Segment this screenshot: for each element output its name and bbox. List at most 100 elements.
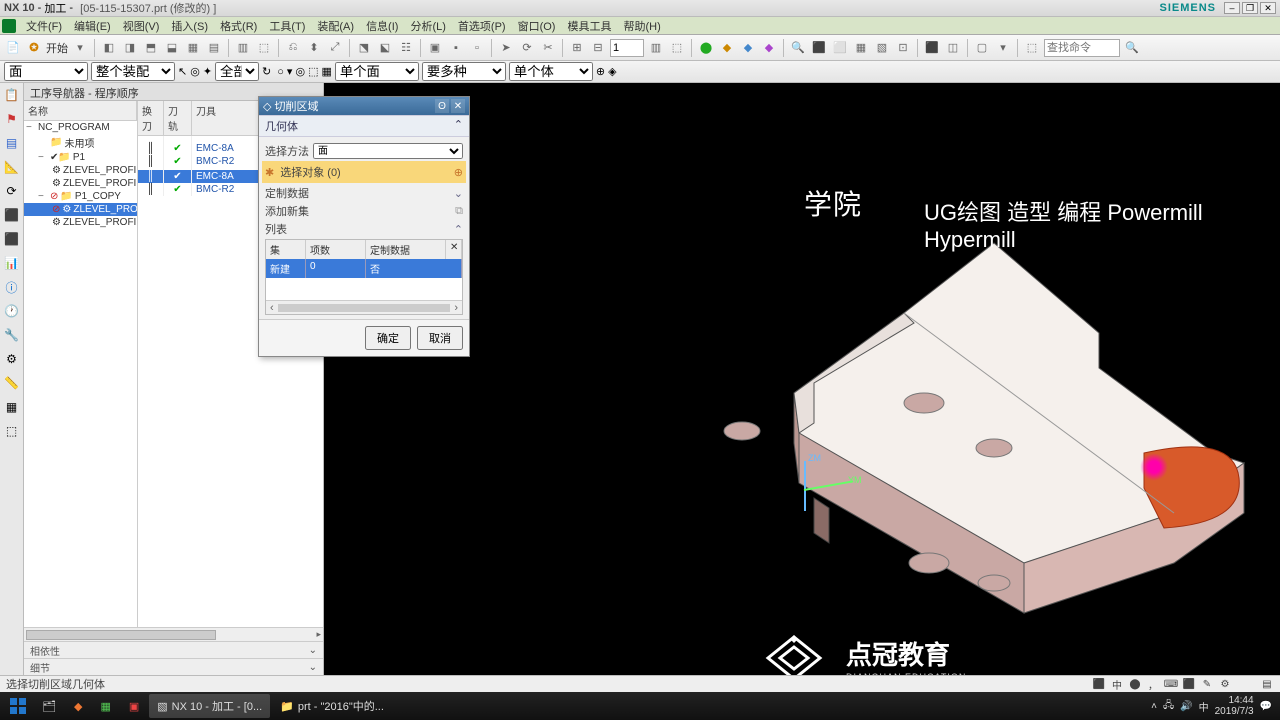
tray-ime-icon[interactable]: 中 <box>1199 699 1209 714</box>
status-icon-6[interactable]: ⬛ <box>1182 677 1196 691</box>
tb-icon-16[interactable]: ▪ <box>447 39 465 57</box>
tree-root[interactable]: −NC_PROGRAM <box>24 121 137 134</box>
tb-icon-23[interactable]: ▥ <box>647 39 665 57</box>
combo-1[interactable] <box>610 39 644 57</box>
dlg-hscroll[interactable]: ‹› <box>266 300 462 314</box>
filter-type[interactable]: 要多种 <box>422 62 506 81</box>
tb-icon-35[interactable]: ⬛ <box>923 39 941 57</box>
tb-icon-14[interactable]: ☷ <box>397 39 415 57</box>
tb-icon-17[interactable]: ▫ <box>468 39 486 57</box>
tb-icon-34[interactable]: ⊡ <box>894 39 912 57</box>
sel-icon-11[interactable]: ◈ <box>608 65 616 78</box>
tb-icon-6[interactable]: ▤ <box>205 39 223 57</box>
tb-icon-39[interactable]: ⬚ <box>1023 39 1041 57</box>
select-obj-label[interactable]: 选择对象 (0) <box>280 164 450 180</box>
nav-sec-detail[interactable]: 细节⌄ <box>24 658 323 675</box>
dlg-sec-geom[interactable]: 几何体⌃ <box>259 115 469 137</box>
filter-all[interactable]: 全部 <box>215 62 259 81</box>
command-search[interactable] <box>1044 39 1120 57</box>
rail-nav-icon[interactable]: 📋 <box>4 87 20 103</box>
minimize-button[interactable]: – <box>1224 2 1240 14</box>
menu-info[interactable]: 信息(I) <box>360 18 404 34</box>
rail-icon-15[interactable]: ⬚ <box>4 423 20 439</box>
tray-up-icon[interactable]: ˄ <box>1151 701 1157 712</box>
tray-notif-icon[interactable]: 💬 <box>1260 701 1272 712</box>
tb-icon-18[interactable]: ➤ <box>497 39 515 57</box>
tb-icon-4[interactable]: ⬓ <box>163 39 181 57</box>
method-select[interactable]: 面 <box>313 143 463 159</box>
tb-icon-7[interactable]: ▥ <box>234 39 252 57</box>
status-icon-7[interactable]: ✎ <box>1200 677 1214 691</box>
status-icon-5[interactable]: ⌨ <box>1164 677 1178 691</box>
tb-icon-12[interactable]: ⬔ <box>355 39 373 57</box>
pin-icon[interactable] <box>2 19 16 33</box>
add-new-icon[interactable]: ⧉ <box>455 205 463 218</box>
pick-icon[interactable]: ⊕ <box>454 166 463 179</box>
tb-icon-25[interactable]: ⬤ <box>697 39 715 57</box>
tb-icon-9[interactable]: ⎌ <box>284 39 302 57</box>
status-icon-3[interactable]: ⬤ <box>1128 677 1142 691</box>
tb-icon-5[interactable]: ▦ <box>184 39 202 57</box>
new-icon[interactable]: 📄 <box>4 39 22 57</box>
status-icon-2[interactable]: 中 <box>1110 677 1124 691</box>
tb-icon-32[interactable]: ▦ <box>852 39 870 57</box>
sel-icon-3[interactable]: ✦ <box>203 65 212 78</box>
sel-icon-6[interactable]: ▾ <box>287 65 293 78</box>
filter-body[interactable]: 单个体 <box>509 62 593 81</box>
task-item-nx[interactable]: ▧ NX 10 - 加工 - [0... <box>149 694 270 718</box>
sel-icon-2[interactable]: ◎ <box>190 65 200 78</box>
rail-icon-13[interactable]: 📏 <box>4 375 20 391</box>
rail-icon-8[interactable]: 📊 <box>4 255 20 271</box>
tb-icon-28[interactable]: ◆ <box>760 39 778 57</box>
sel-icon-7[interactable]: ◎ <box>295 65 305 78</box>
dlg-pin-icon[interactable]: ʘ <box>435 99 449 113</box>
filter-face[interactable]: 单个面 <box>335 62 419 81</box>
dropdown-icon[interactable]: ▾ <box>71 39 89 57</box>
tb-icon-37[interactable]: ▢ <box>973 39 991 57</box>
th-delete-icon[interactable]: ✕ <box>446 240 462 259</box>
tb-icon-27[interactable]: ◆ <box>739 39 757 57</box>
rail-icon-9[interactable]: ⓘ <box>4 279 20 295</box>
tb-icon-8[interactable]: ⬚ <box>255 39 273 57</box>
tb-icon-33[interactable]: ▧ <box>873 39 891 57</box>
rail-icon-14[interactable]: ▦ <box>4 399 20 415</box>
sel-icon-1[interactable]: ↖ <box>178 65 187 78</box>
menu-window[interactable]: 窗口(O) <box>512 18 562 34</box>
menu-format[interactable]: 格式(R) <box>214 18 263 34</box>
cancel-button[interactable]: 取消 <box>417 326 463 350</box>
tb-icon-30[interactable]: ⬛ <box>810 39 828 57</box>
tb-icon-21[interactable]: ⊞ <box>568 39 586 57</box>
list-label[interactable]: 列表 <box>265 221 287 237</box>
tree-op-0[interactable]: ⚙ ZLEVEL_PROFI... <box>24 164 137 177</box>
tray-net-icon[interactable]: 🖧 <box>1163 698 1174 715</box>
menu-edit[interactable]: 编辑(E) <box>68 18 117 34</box>
rail-icon-4[interactable]: 📐 <box>4 159 20 175</box>
rail-icon-7[interactable]: ⬛ <box>4 231 20 247</box>
sel-icon-8[interactable]: ⬚ <box>308 65 318 78</box>
status-icon-9[interactable]: ▤ <box>1260 677 1274 691</box>
menu-mold[interactable]: 模具工具 <box>561 18 617 34</box>
menu-insert[interactable]: 插入(S) <box>165 18 214 34</box>
sel-icon-4[interactable]: ↻ <box>262 65 271 78</box>
tb-icon-2[interactable]: ◨ <box>121 39 139 57</box>
tb-icon-22[interactable]: ⊟ <box>589 39 607 57</box>
task-item-3[interactable]: ▦ <box>92 694 118 718</box>
task-item-1[interactable]: 🗂 <box>34 694 64 718</box>
rail-icon-12[interactable]: ⚙ <box>4 351 20 367</box>
search-go-icon[interactable]: 🔍 <box>1123 39 1141 57</box>
rail-icon-3[interactable]: ▤ <box>4 135 20 151</box>
tb-icon-24[interactable]: ⬚ <box>668 39 686 57</box>
tb-icon-20[interactable]: ✂ <box>539 39 557 57</box>
tree-op-2[interactable]: ⊘⚙ ZLEVEL_PROFI... <box>24 203 137 216</box>
scope-combo[interactable]: 整个装配 <box>91 62 175 81</box>
nav-hscroll[interactable]: ▸ <box>24 627 323 641</box>
menu-file[interactable]: 文件(F) <box>20 18 68 34</box>
nav-sec-dep[interactable]: 相依性⌄ <box>24 641 323 658</box>
status-icon-4[interactable]: ， <box>1146 677 1160 691</box>
start-button-win[interactable] <box>4 694 32 718</box>
close-button[interactable]: ✕ <box>1260 2 1276 14</box>
tb-icon-13[interactable]: ⬕ <box>376 39 394 57</box>
tb-icon-36[interactable]: ◫ <box>944 39 962 57</box>
tb-icon-26[interactable]: ◆ <box>718 39 736 57</box>
sel-icon-10[interactable]: ⊕ <box>596 65 605 78</box>
